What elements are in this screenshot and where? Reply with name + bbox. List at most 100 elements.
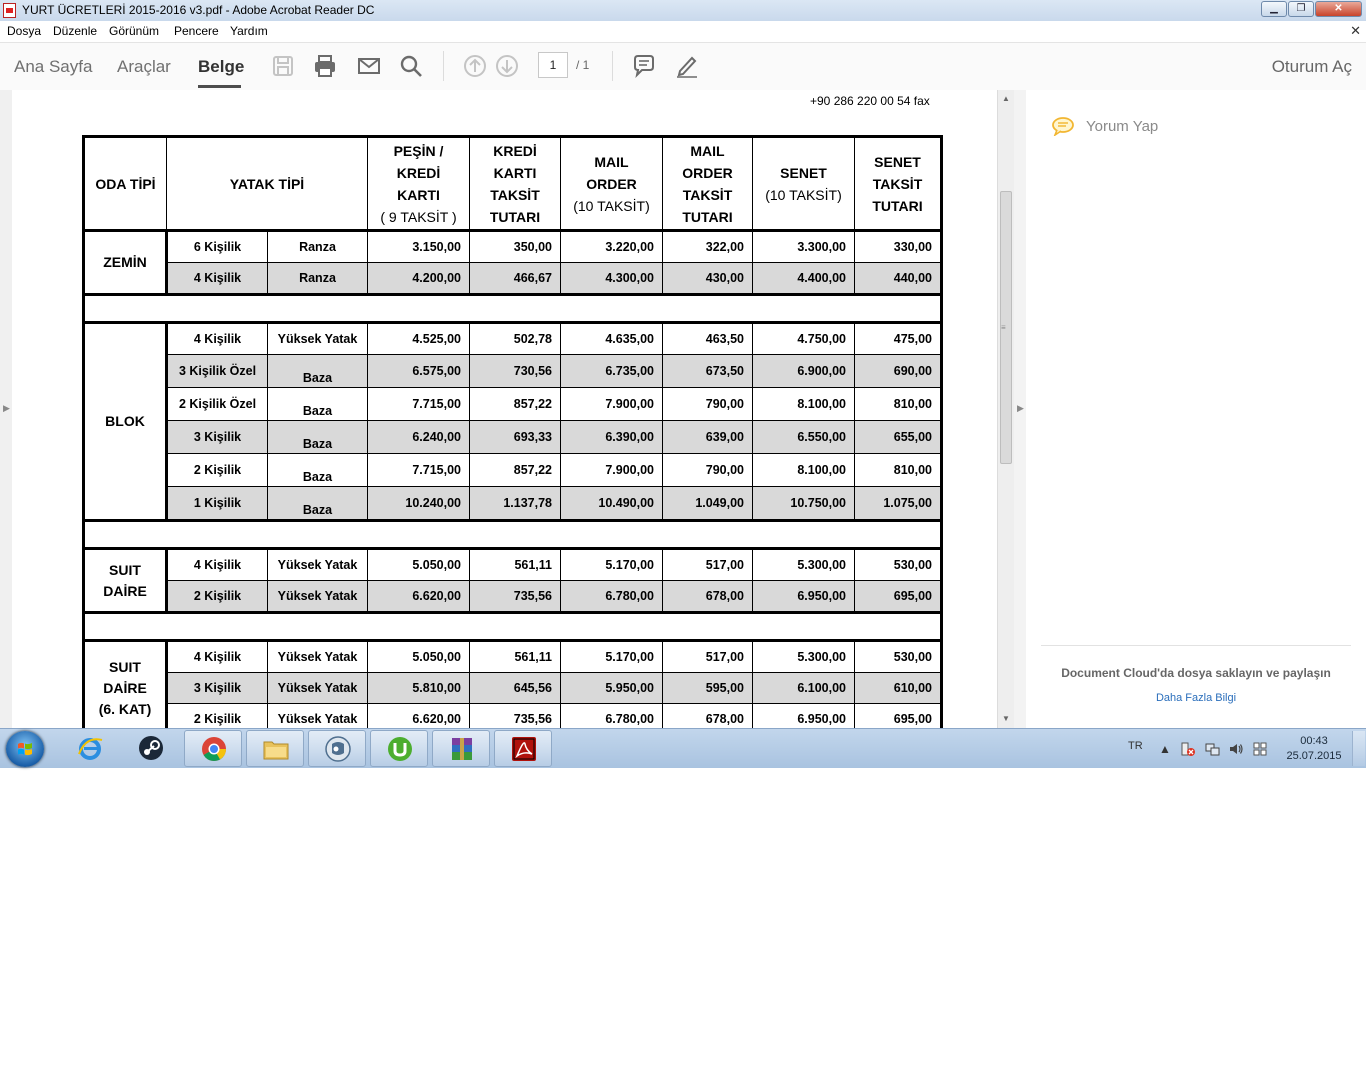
menu-help[interactable]: Yardım xyxy=(230,24,268,38)
clock-time: 00:43 xyxy=(1300,735,1328,747)
menu-window[interactable]: Pencere xyxy=(174,24,219,38)
mail-order-installment-cell: 517,00 xyxy=(662,640,753,673)
senet-installment-cell: 530,00 xyxy=(854,548,943,581)
close-document-button[interactable]: ✕ xyxy=(1350,23,1361,39)
windows-update-icon[interactable] xyxy=(1252,741,1268,757)
bed-type-cell: Baza xyxy=(267,354,368,388)
mail-order-price-cell: 6.780,00 xyxy=(560,580,663,614)
room-type-label: BLOK xyxy=(105,413,145,429)
scroll-grip-icon: ≡ xyxy=(1001,323,1006,332)
mail-order-price-cell: 7.900,00 xyxy=(560,453,663,487)
system-clock[interactable]: 00:43 25.07.2015 xyxy=(1282,734,1346,764)
print-icon[interactable] xyxy=(312,53,338,79)
mail-order-price-cell: 6.735,00 xyxy=(560,354,663,388)
show-hidden-icons-icon[interactable]: ▲ xyxy=(1159,742,1171,756)
senet-price-cell: 4.750,00 xyxy=(752,322,855,355)
cash-price-cell: 6.240,00 xyxy=(367,420,470,454)
mail-icon[interactable] xyxy=(356,53,382,79)
utorrent-icon xyxy=(388,737,412,761)
cc-installment-cell: 735,56 xyxy=(469,580,561,614)
page-down-icon[interactable] xyxy=(494,53,520,79)
menu-file[interactable]: Dosya xyxy=(7,24,41,38)
comment-tool-label[interactable]: Yorum Yap xyxy=(1086,118,1158,135)
bed-type-cell: Yüksek Yatak xyxy=(267,703,368,728)
cash-price-cell: 10.240,00 xyxy=(367,486,470,522)
cash-price-cell: 5.050,00 xyxy=(367,548,470,581)
expand-left-icon: ▶ xyxy=(3,403,10,413)
learn-more-link[interactable]: Daha Fazla Bilgi xyxy=(1026,692,1366,704)
cc-installment-cell: 730,56 xyxy=(469,354,561,388)
menu-edit[interactable]: Düzenle xyxy=(53,24,97,38)
room-type-cell: SUIT DAİRE (6. KAT) xyxy=(82,640,167,728)
mail-order-installment-cell: 595,00 xyxy=(662,672,753,704)
left-panel-toggle[interactable]: ▶ xyxy=(0,90,12,728)
table-row: 1 Kişilik Baza 10.240,00 1.137,78 10.490,00 1… xyxy=(84,486,943,522)
mail-order-installment-cell: 639,00 xyxy=(662,420,753,454)
mail-order-price-cell: 6.390,00 xyxy=(560,420,663,454)
room-type-label: DAİRE xyxy=(103,679,147,696)
sign-in-link[interactable]: Oturum Aç xyxy=(1272,57,1352,77)
cc-installment-cell: 561,11 xyxy=(469,548,561,581)
taskbar-winrar[interactable] xyxy=(432,730,490,767)
scroll-down-icon[interactable]: ▼ xyxy=(1002,714,1010,723)
header-cash: PEŞİN / KREDİ KARTI( 9 TAKSİT ) xyxy=(367,135,470,231)
mail-order-price-cell: 6.780,00 xyxy=(560,703,663,728)
separator-cell xyxy=(82,611,943,642)
table-row: 2 Kişilik Yüksek Yatak 6.620,00 735,56 6.780… xyxy=(84,703,943,728)
table-row: BLOK 4 Kişilik Yüksek Yatak 4.525,00 502,78 4… xyxy=(82,322,943,522)
tab-home[interactable]: Ana Sayfa xyxy=(14,57,92,77)
minimize-button[interactable]: ▁ xyxy=(1261,1,1287,17)
search-icon[interactable] xyxy=(398,53,424,79)
taskbar-internet-explorer[interactable] xyxy=(61,730,119,767)
winrar-icon xyxy=(452,738,472,760)
header-room-type: ODA TİPİ xyxy=(82,135,167,231)
senet-price-cell: 8.100,00 xyxy=(752,387,855,421)
mail-order-price-cell: 10.490,00 xyxy=(560,486,663,522)
action-center-icon[interactable] xyxy=(1180,741,1196,757)
scroll-up-icon[interactable]: ▲ xyxy=(1002,94,1010,103)
header-senet-installment: SENET TAKSİT TUTARI xyxy=(854,135,943,231)
bed-type-cell: Yüksek Yatak xyxy=(267,672,368,704)
vertical-scrollbar[interactable]: ▲ ≡ ▼ xyxy=(997,90,1014,728)
comment-bubble-icon[interactable] xyxy=(1051,116,1075,136)
senet-installment-cell: 695,00 xyxy=(854,703,943,728)
show-desktop-button[interactable] xyxy=(1352,731,1365,766)
taskbar-teamspeak[interactable] xyxy=(308,730,366,767)
page-number-input[interactable]: 1 xyxy=(538,52,568,78)
page-up-icon[interactable] xyxy=(462,53,488,79)
network-icon[interactable] xyxy=(1204,741,1220,757)
right-panel-toggle[interactable]: ▶ xyxy=(1014,90,1026,728)
mail-order-installment-cell: 678,00 xyxy=(662,580,753,614)
taskbar-steam[interactable] xyxy=(122,730,180,767)
comment-icon[interactable] xyxy=(631,53,657,79)
maximize-button[interactable]: ❐ xyxy=(1288,1,1314,17)
menu-bar: Dosya Düzenle Görünüm Pencere Yardım ✕ xyxy=(0,21,1366,43)
taskbar-file-explorer[interactable] xyxy=(246,730,304,767)
pdf-file-icon xyxy=(3,3,16,18)
volume-icon[interactable] xyxy=(1228,741,1244,757)
panel-divider xyxy=(1041,645,1351,646)
save-icon[interactable] xyxy=(270,53,296,79)
language-indicator[interactable]: TR xyxy=(1128,740,1143,752)
taskbar-chrome[interactable] xyxy=(184,730,242,767)
senet-installment-cell: 610,00 xyxy=(854,672,943,704)
tab-document[interactable]: Belge xyxy=(198,57,244,77)
header-mail-installment: MAIL ORDER TAKSİT TUTARI xyxy=(662,135,753,231)
document-view[interactable]: +90 286 220 00 54 fax ODA TİPİ YATAK TİP… xyxy=(12,90,997,728)
toolbar-separator xyxy=(612,51,613,81)
room-type-label: DAİRE xyxy=(103,582,147,599)
window-title: YURT ÜCRETLERİ 2015-2016 v3.pdf - Adobe … xyxy=(22,3,375,17)
bed-type-cell: Baza xyxy=(267,420,368,454)
bed-type-cell: Baza xyxy=(267,486,368,522)
header-bed-type: YATAK TİPİ xyxy=(166,135,368,231)
acrobat-reader-icon xyxy=(512,737,536,761)
sign-icon[interactable] xyxy=(674,53,700,79)
taskbar-utorrent[interactable] xyxy=(370,730,428,767)
taskbar-acrobat-reader[interactable] xyxy=(494,730,552,767)
mail-order-price-cell: 5.950,00 xyxy=(560,672,663,704)
start-button[interactable] xyxy=(6,731,44,767)
menu-view[interactable]: Görünüm xyxy=(109,24,159,38)
mail-order-installment-cell: 1.049,00 xyxy=(662,486,753,522)
close-window-button[interactable]: ✕ xyxy=(1315,1,1362,17)
tab-tools[interactable]: Araçlar xyxy=(117,57,171,77)
